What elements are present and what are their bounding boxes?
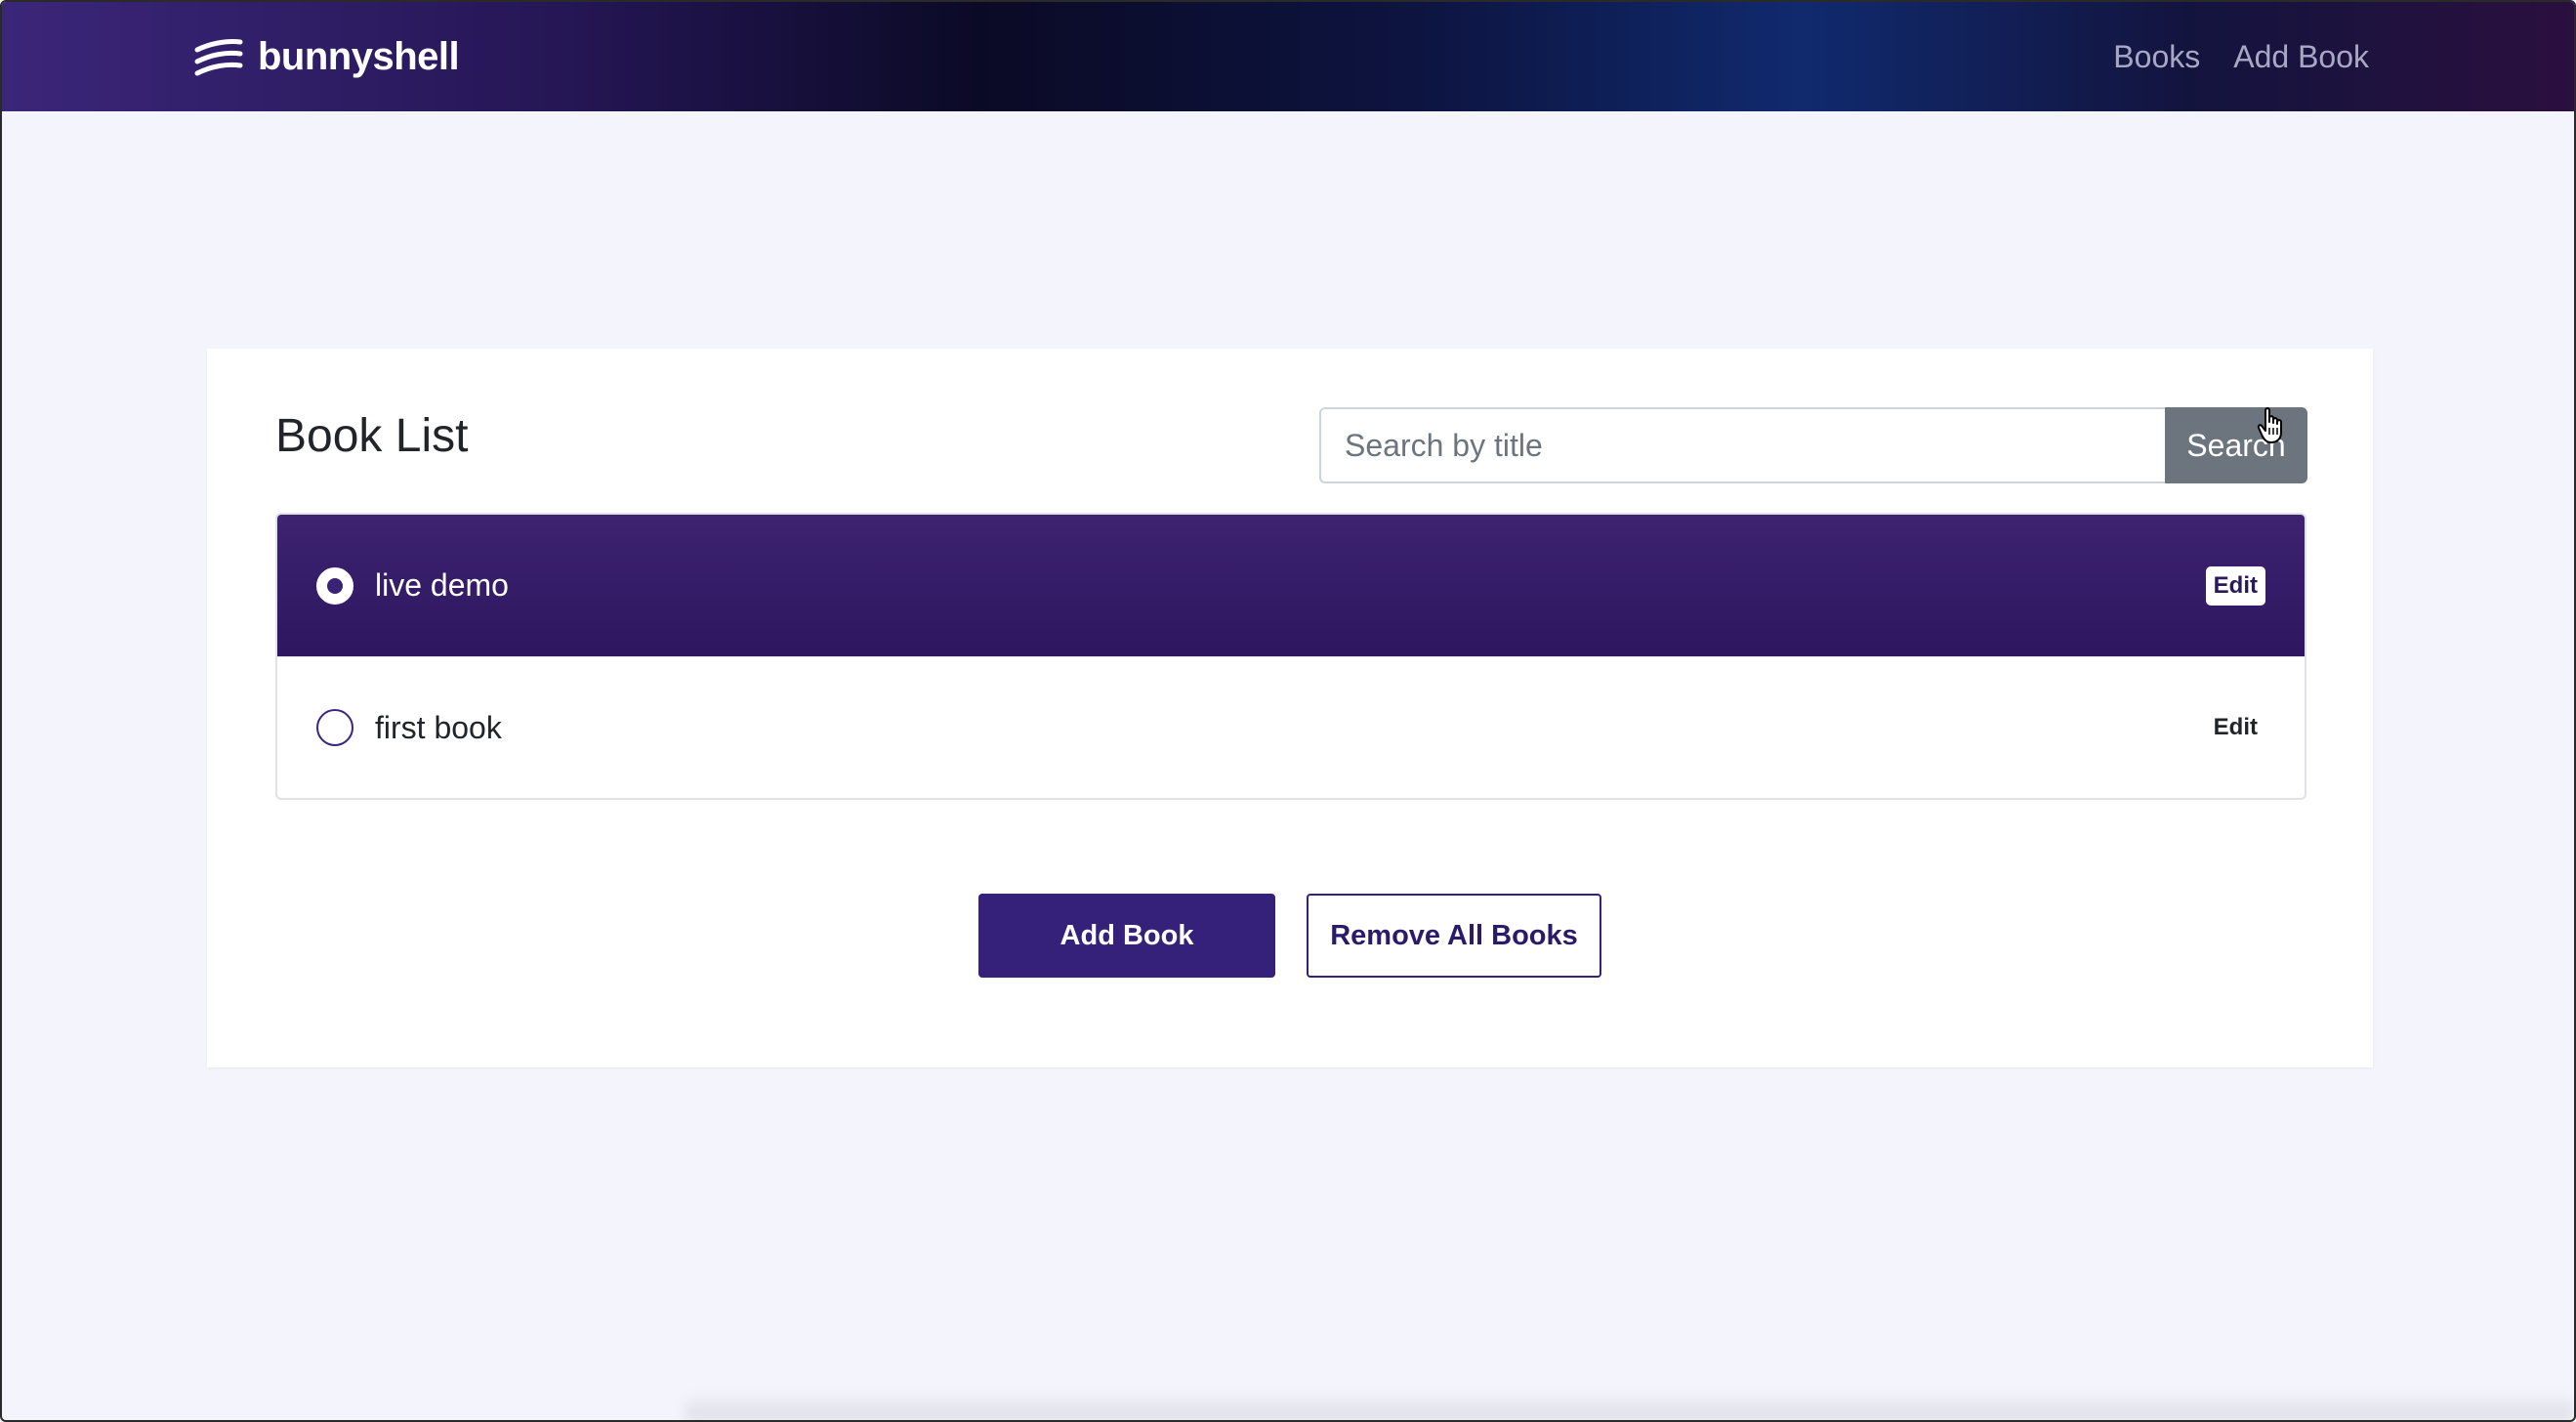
nav-links: Books Add Book — [2113, 39, 2369, 75]
brand-name: bunnyshell — [258, 35, 460, 78]
book-title: first book — [375, 709, 502, 745]
edit-button[interactable]: Edit — [2206, 708, 2265, 747]
radio-unselected-icon[interactable] — [316, 709, 353, 746]
top-navbar: bunnyshell Books Add Book — [2, 2, 2574, 111]
page-title: Book List — [275, 410, 469, 462]
edit-button[interactable]: Edit — [2205, 565, 2265, 606]
add-book-button[interactable]: Add Book — [978, 894, 1275, 978]
browser-viewport: bunnyshell Books Add Book Book List Sear… — [0, 0, 2576, 1422]
bunnyshell-logo-icon — [194, 38, 243, 75]
remove-all-books-button[interactable]: Remove All Books — [1307, 894, 1601, 978]
brand-logo[interactable]: bunnyshell — [193, 35, 460, 79]
book-list-card: Book List Search live demo Edit first bo… — [207, 349, 2373, 1067]
list-item[interactable]: first book Edit — [277, 656, 2305, 798]
nav-link-books[interactable]: Books — [2113, 39, 2200, 75]
nav-link-add-book[interactable]: Add Book — [2233, 39, 2369, 75]
search-input[interactable] — [1319, 407, 2165, 483]
search-group: Search — [1319, 407, 2307, 483]
window-bottom-shadow — [686, 1393, 2574, 1420]
action-buttons: Add Book Remove All Books — [207, 894, 2373, 978]
hand-pointer-cursor-icon — [2257, 407, 2282, 443]
book-list: live demo Edit first book Edit — [275, 513, 2306, 800]
book-title: live demo — [375, 567, 509, 603]
radio-selected-icon[interactable] — [316, 566, 353, 605]
list-item[interactable]: live demo Edit — [277, 515, 2305, 656]
